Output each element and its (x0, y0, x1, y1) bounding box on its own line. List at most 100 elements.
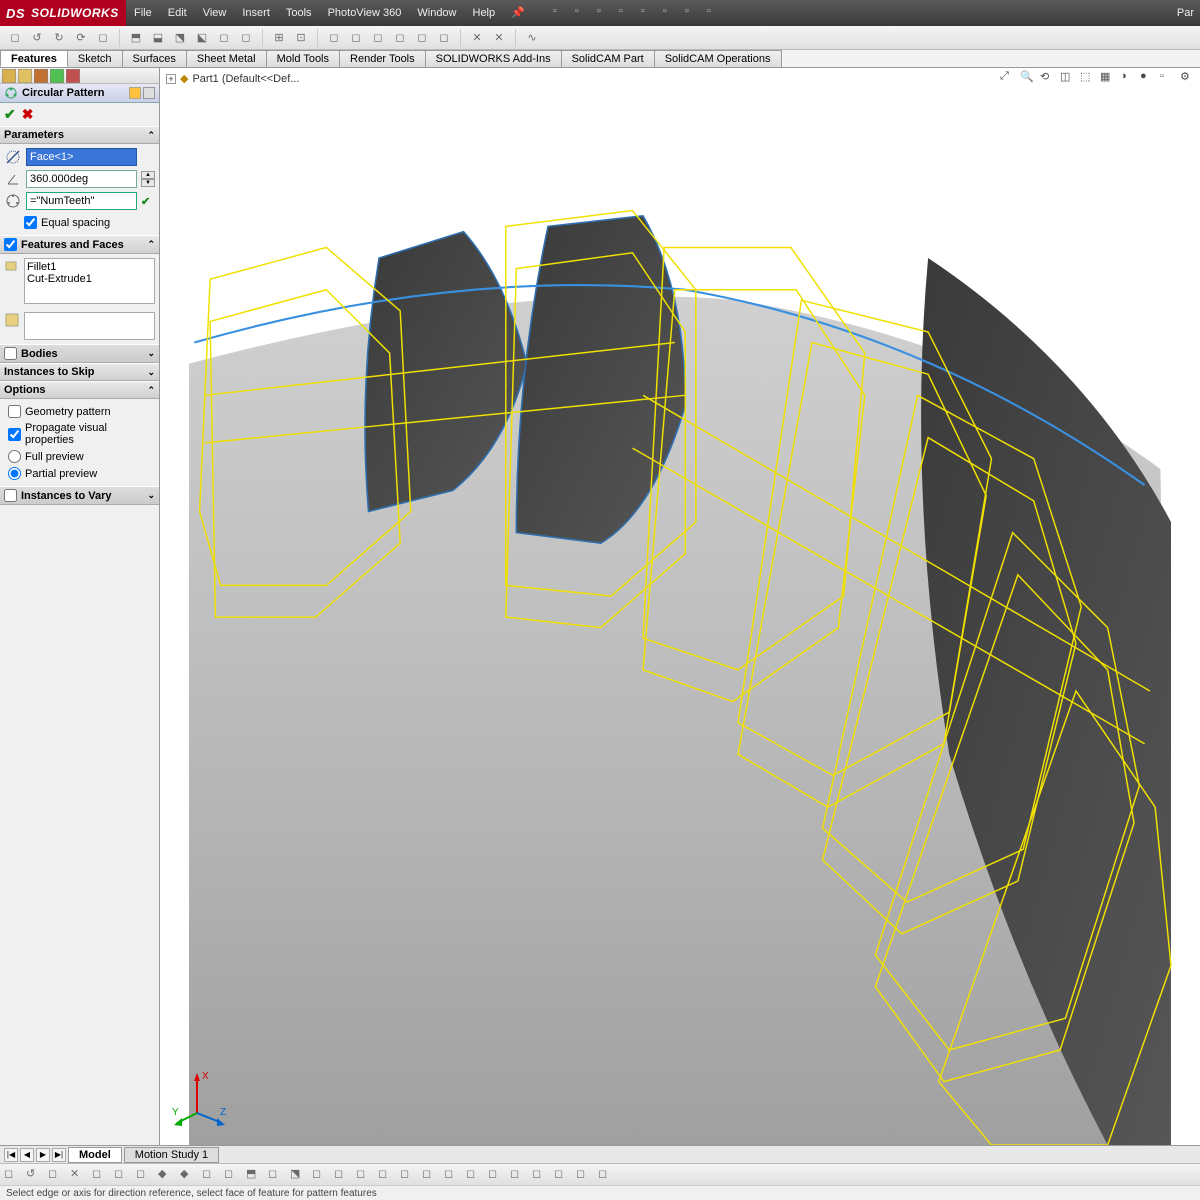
btool-icon[interactable]: ◻ (554, 1167, 570, 1183)
open-icon[interactable]: ▫ (575, 5, 591, 21)
tool-icon[interactable]: ∿ (523, 29, 541, 47)
btool-icon[interactable]: ◻ (136, 1167, 152, 1183)
zoom-fit-icon[interactable]: ⤢ (1000, 70, 1016, 86)
menu-edit[interactable]: Edit (160, 0, 195, 26)
print-icon[interactable]: ▫ (619, 5, 635, 21)
tool-icon[interactable]: ⬒ (127, 29, 145, 47)
expand-icon[interactable]: + (166, 74, 176, 84)
geometry-pattern-checkbox[interactable] (8, 405, 21, 418)
fm-tab-icon[interactable] (50, 69, 64, 83)
btool-icon[interactable]: ⬔ (290, 1167, 306, 1183)
instances-input[interactable] (26, 192, 137, 210)
tool-icon[interactable]: ⊡ (292, 29, 310, 47)
menu-tools[interactable]: Tools (278, 0, 320, 26)
help-icon[interactable] (129, 87, 141, 99)
propagate-checkbox[interactable] (8, 428, 21, 441)
prev-view-icon[interactable]: ⟲ (1040, 70, 1056, 86)
zoom-area-icon[interactable]: 🔍 (1020, 70, 1036, 86)
tool-icon[interactable]: ◻ (347, 29, 365, 47)
btool-icon[interactable]: ✕ (70, 1167, 86, 1183)
full-preview-radio[interactable] (8, 450, 21, 463)
section-parameters-header[interactable]: Parameters⌃ (0, 126, 159, 144)
save-icon[interactable]: ▫ (597, 5, 613, 21)
rebuild-icon[interactable]: ▫ (685, 5, 701, 21)
scene-icon[interactable]: ▫ (1160, 70, 1176, 86)
tool-icon[interactable]: ◻ (435, 29, 453, 47)
btool-icon[interactable]: ◻ (532, 1167, 548, 1183)
tab-rendertools[interactable]: Render Tools (339, 50, 426, 67)
list-item[interactable]: Cut-Extrude1 (27, 273, 152, 285)
hide-show-icon[interactable]: ◑ (1120, 70, 1136, 86)
tool-icon[interactable]: ⬔ (171, 29, 189, 47)
features-section-checkbox[interactable] (4, 238, 17, 251)
angle-input[interactable] (26, 170, 137, 188)
menu-pin-icon[interactable]: 📌 (503, 0, 533, 26)
tool-icon[interactable]: ◻ (369, 29, 387, 47)
tool-icon[interactable]: ✕ (490, 29, 508, 47)
section-skip-header[interactable]: Instances to Skip⌄ (0, 363, 159, 381)
btool-icon[interactable]: ↺ (26, 1167, 42, 1183)
section-bodies-header[interactable]: Bodies⌄ (0, 344, 159, 363)
axis-selection-box[interactable]: Face<1> (26, 148, 137, 166)
btool-icon[interactable]: ◻ (422, 1167, 438, 1183)
btool-icon[interactable]: ◻ (576, 1167, 592, 1183)
btool-icon[interactable]: ◻ (114, 1167, 130, 1183)
vary-section-checkbox[interactable] (4, 489, 17, 502)
pin-icon[interactable] (143, 87, 155, 99)
tab-model[interactable]: Model (68, 1147, 122, 1163)
section-options-header[interactable]: Options⌃ (0, 381, 159, 399)
btool-icon[interactable]: ◻ (598, 1167, 614, 1183)
tool-icon[interactable]: ↺ (28, 29, 46, 47)
tab-solidcam-part[interactable]: SolidCAM Part (561, 50, 655, 67)
btool-icon[interactable]: ◻ (488, 1167, 504, 1183)
tab-features[interactable]: Features (0, 50, 68, 67)
tab-nav-prev[interactable]: ◀ (20, 1148, 34, 1162)
tab-nav-next[interactable]: ▶ (36, 1148, 50, 1162)
menu-help[interactable]: Help (465, 0, 504, 26)
tab-solidcam-ops[interactable]: SolidCAM Operations (654, 50, 782, 67)
btool-icon[interactable]: ⬒ (246, 1167, 262, 1183)
view-orient-icon[interactable]: ⬚ (1080, 70, 1096, 86)
btool-icon[interactable]: ◻ (312, 1167, 328, 1183)
tool-icon[interactable]: ◻ (413, 29, 431, 47)
btool-icon[interactable]: ◻ (400, 1167, 416, 1183)
btool-icon[interactable]: ◻ (466, 1167, 482, 1183)
btool-icon[interactable]: ◻ (334, 1167, 350, 1183)
menu-file[interactable]: File (126, 0, 160, 26)
menu-view[interactable]: View (195, 0, 235, 26)
btool-icon[interactable]: ◆ (158, 1167, 174, 1183)
display-style-icon[interactable]: ▦ (1100, 70, 1116, 86)
new-icon[interactable]: ▫ (553, 5, 569, 21)
tool-icon[interactable]: ◻ (237, 29, 255, 47)
menu-window[interactable]: Window (409, 0, 464, 26)
features-list[interactable]: Fillet1 Cut-Extrude1 (24, 258, 155, 304)
tool-icon[interactable]: ◻ (325, 29, 343, 47)
btool-icon[interactable]: ◆ (180, 1167, 196, 1183)
reference-triad[interactable]: X Y Z (172, 1063, 242, 1133)
menu-photoview[interactable]: PhotoView 360 (320, 0, 410, 26)
tab-sketch[interactable]: Sketch (67, 50, 123, 67)
graphics-viewport[interactable]: + ◆ Part1 (Default<<Def... ⤢ 🔍 ⟲ ◫ ⬚ ▦ ◑… (160, 68, 1200, 1145)
tab-motion-study[interactable]: Motion Study 1 (124, 1147, 219, 1163)
fm-tab-icon[interactable] (66, 69, 80, 83)
tool-icon[interactable]: ⊞ (270, 29, 288, 47)
bodies-section-checkbox[interactable] (4, 347, 17, 360)
tool-icon[interactable]: ◻ (215, 29, 233, 47)
tool-icon[interactable]: ⟳ (72, 29, 90, 47)
tab-sheetmetal[interactable]: Sheet Metal (186, 50, 267, 67)
tab-addins[interactable]: SOLIDWORKS Add-Ins (425, 50, 562, 67)
btool-icon[interactable]: ◻ (378, 1167, 394, 1183)
tool-icon[interactable]: ◻ (94, 29, 112, 47)
view-settings-icon[interactable]: ⚙ (1180, 70, 1196, 86)
section-vary-header[interactable]: Instances to Vary⌄ (0, 486, 159, 505)
btool-icon[interactable]: ◻ (268, 1167, 284, 1183)
btool-icon[interactable]: ◻ (202, 1167, 218, 1183)
model-view[interactable] (160, 68, 1200, 1145)
btool-icon[interactable]: ◻ (92, 1167, 108, 1183)
tool-icon[interactable]: ✕ (468, 29, 486, 47)
tool-icon[interactable]: ◻ (6, 29, 24, 47)
tab-surfaces[interactable]: Surfaces (122, 50, 187, 67)
tool-icon[interactable]: ◻ (391, 29, 409, 47)
tab-nav-last[interactable]: ▶| (52, 1148, 66, 1162)
tab-nav-first[interactable]: |◀ (4, 1148, 18, 1162)
